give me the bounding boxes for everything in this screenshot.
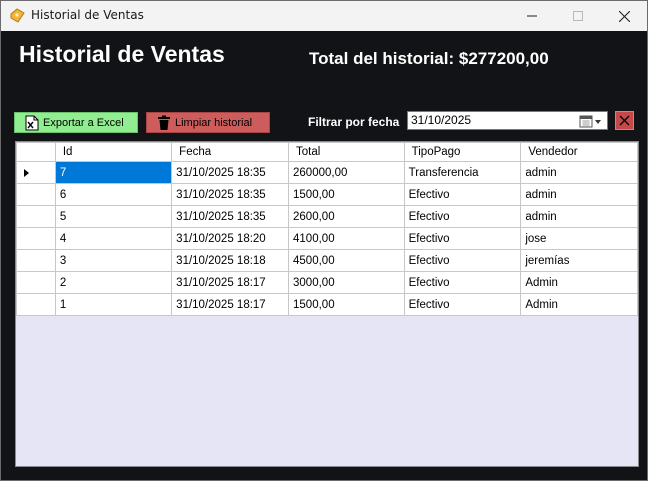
page-title: Historial de Ventas — [19, 41, 225, 67]
maximize-icon — [573, 11, 583, 21]
cell-vendedor[interactable]: Admin — [520, 271, 638, 294]
cell-vendedor[interactable]: admin — [520, 161, 638, 184]
table-header-row: Id Fecha Total TipoPago Vendedor — [16, 142, 638, 162]
cell-vendedor[interactable]: admin — [520, 205, 638, 228]
cell-total[interactable]: 2600,00 — [288, 205, 405, 228]
cell-vendedor[interactable]: admin — [520, 183, 638, 206]
row-selector[interactable] — [16, 227, 56, 250]
table-row[interactable]: 1 31/10/2025 18:17 1500,00 Efectivo Admi… — [16, 293, 638, 316]
date-filter-value: 31/10/2025 — [411, 113, 472, 127]
cell-id[interactable]: 3 — [54, 249, 173, 272]
close-button[interactable] — [601, 1, 647, 31]
cell-tipopago[interactable]: Efectivo — [403, 249, 522, 272]
column-header-tipopago[interactable]: TipoPago — [403, 142, 522, 162]
cell-fecha[interactable]: 31/10/2025 18:17 — [171, 271, 290, 294]
column-header-vendedor[interactable]: Vendedor — [520, 142, 638, 162]
maximize-button[interactable] — [555, 1, 601, 31]
cell-id[interactable]: 1 — [54, 293, 173, 316]
clear-history-label: Limpiar historial — [175, 116, 253, 129]
cell-fecha[interactable]: 31/10/2025 18:18 — [171, 249, 290, 272]
table-row[interactable]: 3 31/10/2025 18:18 4500,00 Efectivo jere… — [16, 249, 638, 272]
table-row[interactable]: 6 31/10/2025 18:35 1500,00 Efectivo admi… — [16, 183, 638, 206]
cell-tipopago[interactable]: Efectivo — [403, 227, 522, 250]
cell-id[interactable]: 7 — [54, 161, 173, 184]
cell-total[interactable]: 3000,00 — [288, 271, 405, 294]
table-row[interactable]: 7 31/10/2025 18:35 260000,00 Transferenc… — [16, 161, 638, 184]
cell-tipopago[interactable]: Efectivo — [403, 183, 522, 206]
cell-total[interactable]: 4500,00 — [288, 249, 405, 272]
cell-tipopago[interactable]: Efectivo — [403, 293, 522, 316]
row-selector[interactable] — [16, 271, 56, 294]
cell-vendedor[interactable]: jose — [520, 227, 638, 250]
minimize-icon — [527, 15, 537, 17]
cell-fecha[interactable]: 31/10/2025 18:35 — [171, 161, 290, 184]
cell-fecha[interactable]: 31/10/2025 18:35 — [171, 205, 290, 228]
cell-fecha[interactable]: 31/10/2025 18:20 — [171, 227, 290, 250]
window-title: Historial de Ventas — [31, 8, 144, 22]
sales-history-grid[interactable]: Id Fecha Total TipoPago Vendedor 7 31/10… — [15, 141, 639, 467]
trash-icon — [157, 115, 171, 131]
close-icon — [619, 115, 630, 126]
date-filter-picker[interactable]: 31/10/2025 — [407, 111, 608, 130]
close-icon — [618, 10, 630, 22]
table-row[interactable]: 4 31/10/2025 18:20 4100,00 Efectivo jose — [16, 227, 638, 250]
cell-tipopago[interactable]: Efectivo — [403, 271, 522, 294]
table-row[interactable]: 2 31/10/2025 18:17 3000,00 Efectivo Admi… — [16, 271, 638, 294]
row-selector[interactable] — [16, 249, 56, 272]
excel-icon — [25, 115, 39, 131]
cell-tipopago[interactable]: Transferencia — [403, 161, 522, 184]
export-excel-label: Exportar a Excel — [43, 116, 124, 129]
row-selector[interactable] — [16, 293, 56, 316]
clear-history-button[interactable]: Limpiar historial — [146, 112, 270, 133]
minimize-button[interactable] — [509, 1, 555, 31]
history-total: Total del historial: $277200,00 — [309, 49, 549, 69]
row-header-corner — [16, 142, 56, 162]
cell-fecha[interactable]: 31/10/2025 18:35 — [171, 183, 290, 206]
cell-id[interactable]: 6 — [54, 183, 173, 206]
cell-total[interactable]: 4100,00 — [288, 227, 405, 250]
cell-total[interactable]: 260000,00 — [288, 161, 405, 184]
row-selector[interactable] — [16, 161, 56, 184]
calendar-icon[interactable] — [579, 114, 603, 128]
cell-id[interactable]: 5 — [54, 205, 173, 228]
row-selector[interactable] — [16, 205, 56, 228]
column-header-fecha[interactable]: Fecha — [171, 142, 290, 162]
cell-id[interactable]: 2 — [54, 271, 173, 294]
total-value: $277200,00 — [458, 49, 549, 68]
sales-table: Id Fecha Total TipoPago Vendedor 7 31/10… — [16, 142, 638, 316]
clear-date-filter-button[interactable] — [615, 111, 634, 130]
cell-total[interactable]: 1500,00 — [288, 183, 405, 206]
table-row[interactable]: 5 31/10/2025 18:35 2600,00 Efectivo admi… — [16, 205, 638, 228]
current-row-arrow-icon — [24, 168, 29, 177]
cell-vendedor[interactable]: jeremías — [520, 249, 638, 272]
ticket-icon — [9, 8, 25, 24]
export-excel-button[interactable]: Exportar a Excel — [14, 112, 138, 133]
column-header-id[interactable]: Id — [54, 142, 173, 162]
column-header-total[interactable]: Total — [288, 142, 405, 162]
total-label: Total del historial: — [309, 49, 455, 68]
row-selector[interactable] — [16, 183, 56, 206]
cell-id[interactable]: 4 — [54, 227, 173, 250]
date-filter-label: Filtrar por fecha — [308, 115, 400, 129]
cell-tipopago[interactable]: Efectivo — [403, 205, 522, 228]
cell-total[interactable]: 1500,00 — [288, 293, 405, 316]
cell-fecha[interactable]: 31/10/2025 18:17 — [171, 293, 290, 316]
app-window: Historial de Ventas Historial de Ventas … — [0, 0, 648, 481]
title-bar[interactable]: Historial de Ventas — [1, 1, 647, 31]
cell-vendedor[interactable]: Admin — [520, 293, 638, 316]
